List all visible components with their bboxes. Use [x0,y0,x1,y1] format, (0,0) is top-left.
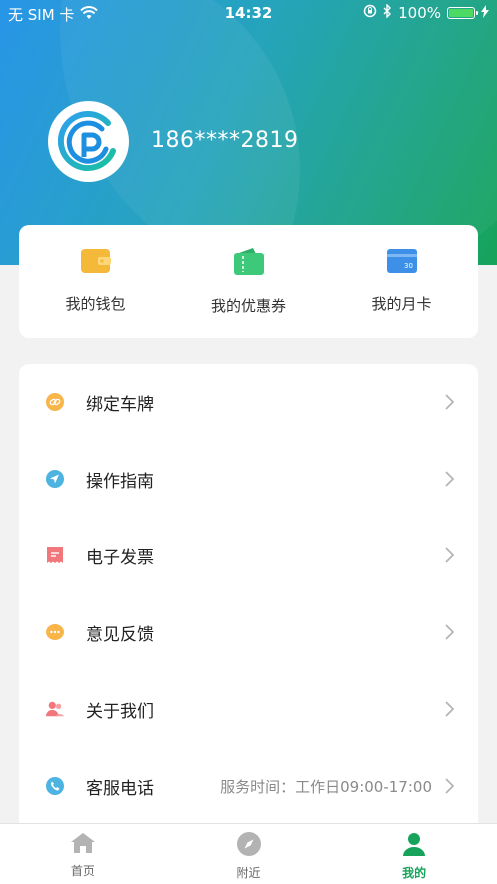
menu-item-label: 操作指南 [86,471,154,492]
tab-label: 附近 [236,866,261,880]
menu-item-feedback[interactable]: 意见反馈 [19,594,478,670]
app-logo-icon [57,110,116,171]
service-hours: 服务时间：工作日09:00-17:00 [220,777,432,796]
tab-nearby[interactable]: 附近 [166,824,332,884]
chevron-right-icon [445,471,455,491]
coupon-icon [233,247,265,281]
chevron-right-icon [445,701,455,721]
wallet-button[interactable]: 我的钱包 [19,225,172,338]
tab-label: 首页 [70,864,95,878]
charging-icon [481,4,489,22]
chat-icon [46,623,64,641]
invoice-icon [46,546,64,564]
user-phone: 186****2819 [151,128,299,153]
profile-icon [402,832,426,860]
chevron-right-icon [445,624,455,644]
menu-item-label: 绑定车牌 [86,394,154,415]
home-icon [70,832,96,858]
menu-item-guide[interactable]: 操作指南 [19,441,478,517]
phone-icon [46,777,64,795]
coupon-label: 我的优惠券 [210,297,286,315]
battery-icon [447,7,478,19]
wallet-icon [80,247,112,279]
monthly-card-button[interactable]: 30 我的月卡 [325,225,478,338]
menu-item-label: 客服电话 [86,778,154,799]
compass-icon [236,832,261,860]
menu-item-label: 关于我们 [86,701,154,722]
tab-home[interactable]: 首页 [0,824,166,884]
menu-list: 绑定车牌 操作指南 电子发票 意见反馈 关于我们 客服电话 服务时间：工作日09… [19,364,478,834]
link-icon [46,393,64,411]
battery-percent: 100% [398,4,441,22]
menu-item-label: 意见反馈 [86,624,154,645]
tab-bar: 首页 附近 我的 [0,823,497,884]
wallet-label: 我的钱包 [65,295,126,313]
svg-text:30: 30 [404,262,413,270]
menu-item-label: 电子发票 [86,547,154,568]
tab-mine[interactable]: 我的 [331,824,497,884]
menu-item-bind-plate[interactable]: 绑定车牌 [19,364,478,440]
menu-item-about[interactable]: 关于我们 [19,671,478,747]
chevron-right-icon [445,547,455,567]
tab-label: 我的 [402,866,427,880]
coupon-button[interactable]: 我的优惠券 [172,225,325,338]
menu-item-service-phone[interactable]: 客服电话 服务时间：工作日09:00-17:00 [19,748,478,824]
rotation-lock-icon [363,4,377,22]
menu-item-invoice[interactable]: 电子发票 [19,517,478,593]
quick-actions-card: 我的钱包 我的优惠券 30 我的月卡 [19,225,478,338]
bluetooth-icon [383,3,392,22]
chevron-right-icon [445,778,455,798]
status-bar: 无 SIM 卡 14:32 100% [0,0,497,26]
monthly-card-label: 我的月卡 [371,295,432,313]
avatar[interactable] [48,101,129,182]
monthly-card-icon: 30 [386,247,418,279]
chevron-right-icon [445,394,455,414]
users-icon [46,700,64,718]
navigation-icon [46,470,64,488]
